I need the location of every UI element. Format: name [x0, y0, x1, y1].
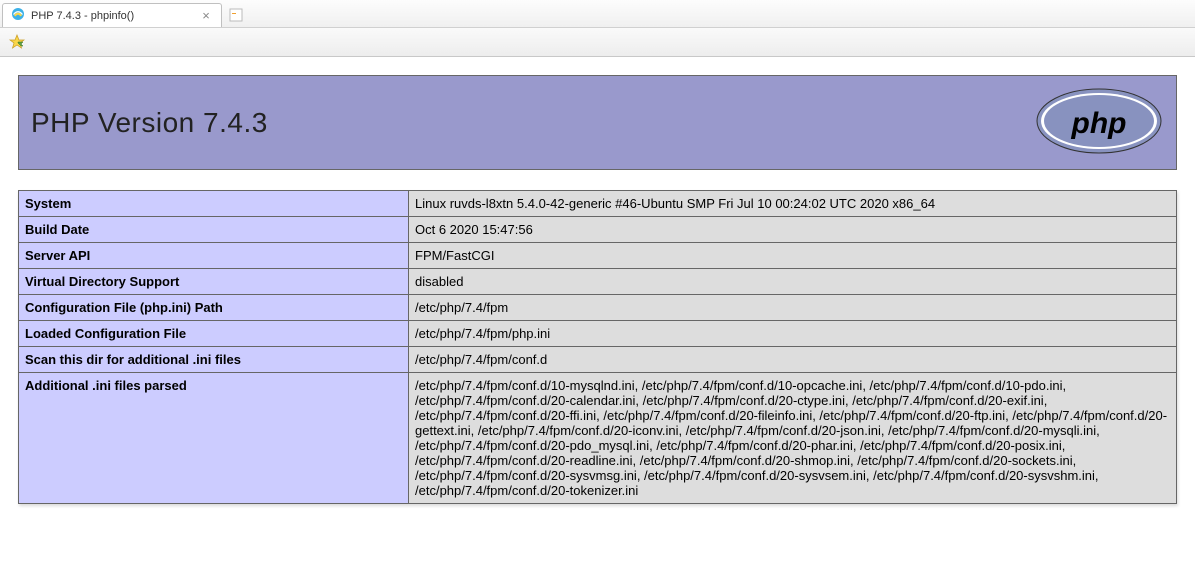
info-val: Linux ruvds-l8xtn 5.4.0-42-generic #46-U… [409, 191, 1177, 217]
table-row: Additional .ini files parsed /etc/php/7.… [19, 373, 1177, 504]
browser-tab-bar: PHP 7.4.3 - phpinfo() × [0, 0, 1195, 28]
favorites-icon[interactable] [8, 33, 26, 51]
info-key: System [19, 191, 409, 217]
browser-toolbar [0, 28, 1195, 57]
table-row: Loaded Configuration File /etc/php/7.4/f… [19, 321, 1177, 347]
info-val: /etc/php/7.4/fpm/php.ini [409, 321, 1177, 347]
info-val: /etc/php/7.4/fpm/conf.d [409, 347, 1177, 373]
php-version-title: PHP Version 7.4.3 [19, 107, 268, 139]
info-key: Build Date [19, 217, 409, 243]
info-key: Configuration File (php.ini) Path [19, 295, 409, 321]
info-val: /etc/php/7.4/fpm [409, 295, 1177, 321]
svg-text:php: php [1071, 107, 1127, 140]
table-row: Scan this dir for additional .ini files … [19, 347, 1177, 373]
info-key: Loaded Configuration File [19, 321, 409, 347]
page-content[interactable]: PHP Version 7.4.3 php System Linux ruvds… [0, 57, 1195, 571]
tab-close-button[interactable]: × [199, 9, 213, 23]
info-val: disabled [409, 269, 1177, 295]
phpinfo-table: System Linux ruvds-l8xtn 5.4.0-42-generi… [18, 190, 1177, 504]
info-val: FPM/FastCGI [409, 243, 1177, 269]
table-row: Server API FPM/FastCGI [19, 243, 1177, 269]
browser-tab[interactable]: PHP 7.4.3 - phpinfo() × [2, 3, 222, 27]
tab-title: PHP 7.4.3 - phpinfo() [31, 10, 193, 22]
info-key: Scan this dir for additional .ini files [19, 347, 409, 373]
phpinfo-header: PHP Version 7.4.3 php [18, 75, 1177, 170]
php-logo: php [1034, 86, 1164, 159]
info-val: Oct 6 2020 15:47:56 [409, 217, 1177, 243]
info-key: Virtual Directory Support [19, 269, 409, 295]
table-row: Configuration File (php.ini) Path /etc/p… [19, 295, 1177, 321]
table-row: Build Date Oct 6 2020 15:47:56 [19, 217, 1177, 243]
info-val: /etc/php/7.4/fpm/conf.d/10-mysqlnd.ini, … [409, 373, 1177, 504]
phpinfo-table-body: System Linux ruvds-l8xtn 5.4.0-42-generi… [19, 191, 1177, 504]
new-tab-button[interactable] [226, 5, 246, 25]
ie-icon [11, 7, 25, 24]
table-row: Virtual Directory Support disabled [19, 269, 1177, 295]
info-key: Server API [19, 243, 409, 269]
info-key: Additional .ini files parsed [19, 373, 409, 504]
table-row: System Linux ruvds-l8xtn 5.4.0-42-generi… [19, 191, 1177, 217]
